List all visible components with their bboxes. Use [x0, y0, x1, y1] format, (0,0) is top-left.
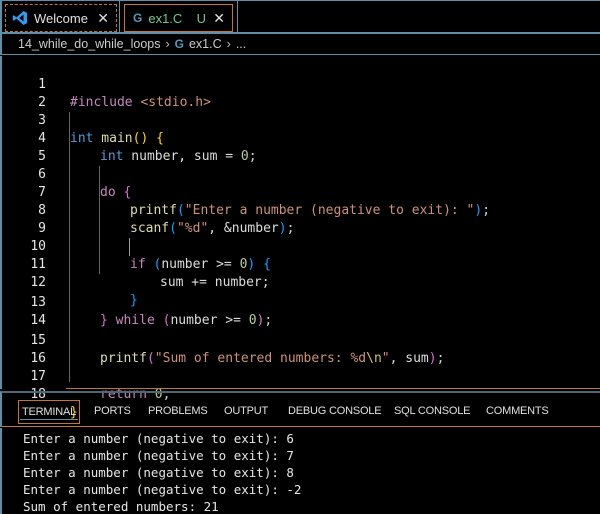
- breadcrumb: 14_while_do_while_loops › G ex1.C › ...: [0, 34, 600, 55]
- editor-tab-bar: Welcome ✕ G ex1.C U ✕: [0, 0, 600, 34]
- tab-problems[interactable]: PROBLEMS: [148, 400, 208, 424]
- terminal-line: Sum of entered numbers: 21: [23, 499, 219, 514]
- terminal-line: Enter a number (negative to exit): 6: [23, 431, 294, 446]
- tab-label: ex1.C: [148, 10, 183, 26]
- tab-ports[interactable]: PORTS: [94, 400, 131, 424]
- code-line: 3 int main() {: [2, 94, 164, 146]
- code-line: 13 } while (number >= 0);: [2, 276, 272, 328]
- indent-guide: [129, 238, 130, 256]
- chevron-right-icon: ›: [226, 37, 231, 51]
- close-icon[interactable]: ✕: [97, 10, 109, 27]
- code-line: 18 }: [2, 368, 77, 420]
- editor-bottom-border: [66, 388, 600, 389]
- code-line: 11 sum += number;: [2, 238, 269, 290]
- tab-debug-console[interactable]: DEBUG CONSOLE: [288, 400, 382, 424]
- tab-comments[interactable]: COMMENTS: [486, 400, 549, 424]
- code-line: 17 return 0;: [2, 350, 170, 402]
- tab-divider: [237, 1, 238, 33]
- terminal-output[interactable]: Enter a number (negative to exit): 6 Ent…: [0, 428, 600, 514]
- tab-divider: [119, 1, 120, 33]
- code-line: 6 do {: [2, 148, 131, 200]
- breadcrumb-folder[interactable]: 14_while_do_while_loops: [18, 37, 160, 51]
- tab-ex1-c[interactable]: G ex1.C U ✕: [124, 4, 233, 32]
- untracked-badge: U: [196, 10, 206, 26]
- panel-tab-bar: TERMINAL PORTS PROBLEMS OUTPUT DEBUG CON…: [0, 391, 600, 427]
- indent-guide: [69, 112, 70, 382]
- tab-terminal[interactable]: TERMINAL: [18, 400, 81, 424]
- breadcrumb-more[interactable]: ...: [236, 37, 246, 51]
- code-editor[interactable]: 1 #include <stdio.h> 2 3 int main() { 4 …: [0, 56, 600, 420]
- vscode-icon: [12, 11, 27, 25]
- terminal-line: Enter a number (negative to exit): -2: [23, 482, 302, 497]
- indent-guide: [99, 166, 100, 274]
- tab-output[interactable]: OUTPUT: [224, 400, 268, 424]
- code-line: 14: [2, 294, 46, 328]
- code-line: 16: [2, 332, 46, 366]
- terminal-line: Enter a number (negative to exit): 8: [23, 465, 294, 480]
- tab-label: Welcome: [34, 10, 88, 26]
- terminal-line: Enter a number (negative to exit): 7: [23, 448, 294, 463]
- tab-sql-console[interactable]: SQL CONSOLE: [394, 400, 470, 424]
- code-line: 2: [2, 76, 46, 110]
- code-line: 9: [2, 202, 46, 236]
- code-line: 4 int number, sum = 0;: [2, 112, 256, 164]
- code-line: 1 #include <stdio.h>: [2, 58, 211, 110]
- code-line: 15 printf("Sum of entered numbers: %d\n"…: [2, 314, 444, 366]
- code-line: 7 printf("Enter a number (negative to ex…: [2, 166, 490, 218]
- breadcrumb-file[interactable]: ex1.C: [189, 37, 222, 51]
- close-icon[interactable]: ✕: [213, 10, 225, 27]
- code-line: 12 }: [2, 256, 137, 308]
- chevron-right-icon: ›: [165, 37, 170, 51]
- c-file-icon: G: [174, 37, 184, 51]
- code-line: 8 scanf("%d", &number);: [2, 184, 294, 236]
- code-line: 10 if (number >= 0) {: [2, 220, 271, 272]
- tab-welcome[interactable]: Welcome ✕: [5, 4, 117, 32]
- c-file-icon: G: [133, 11, 143, 25]
- code-line: 5: [2, 130, 46, 164]
